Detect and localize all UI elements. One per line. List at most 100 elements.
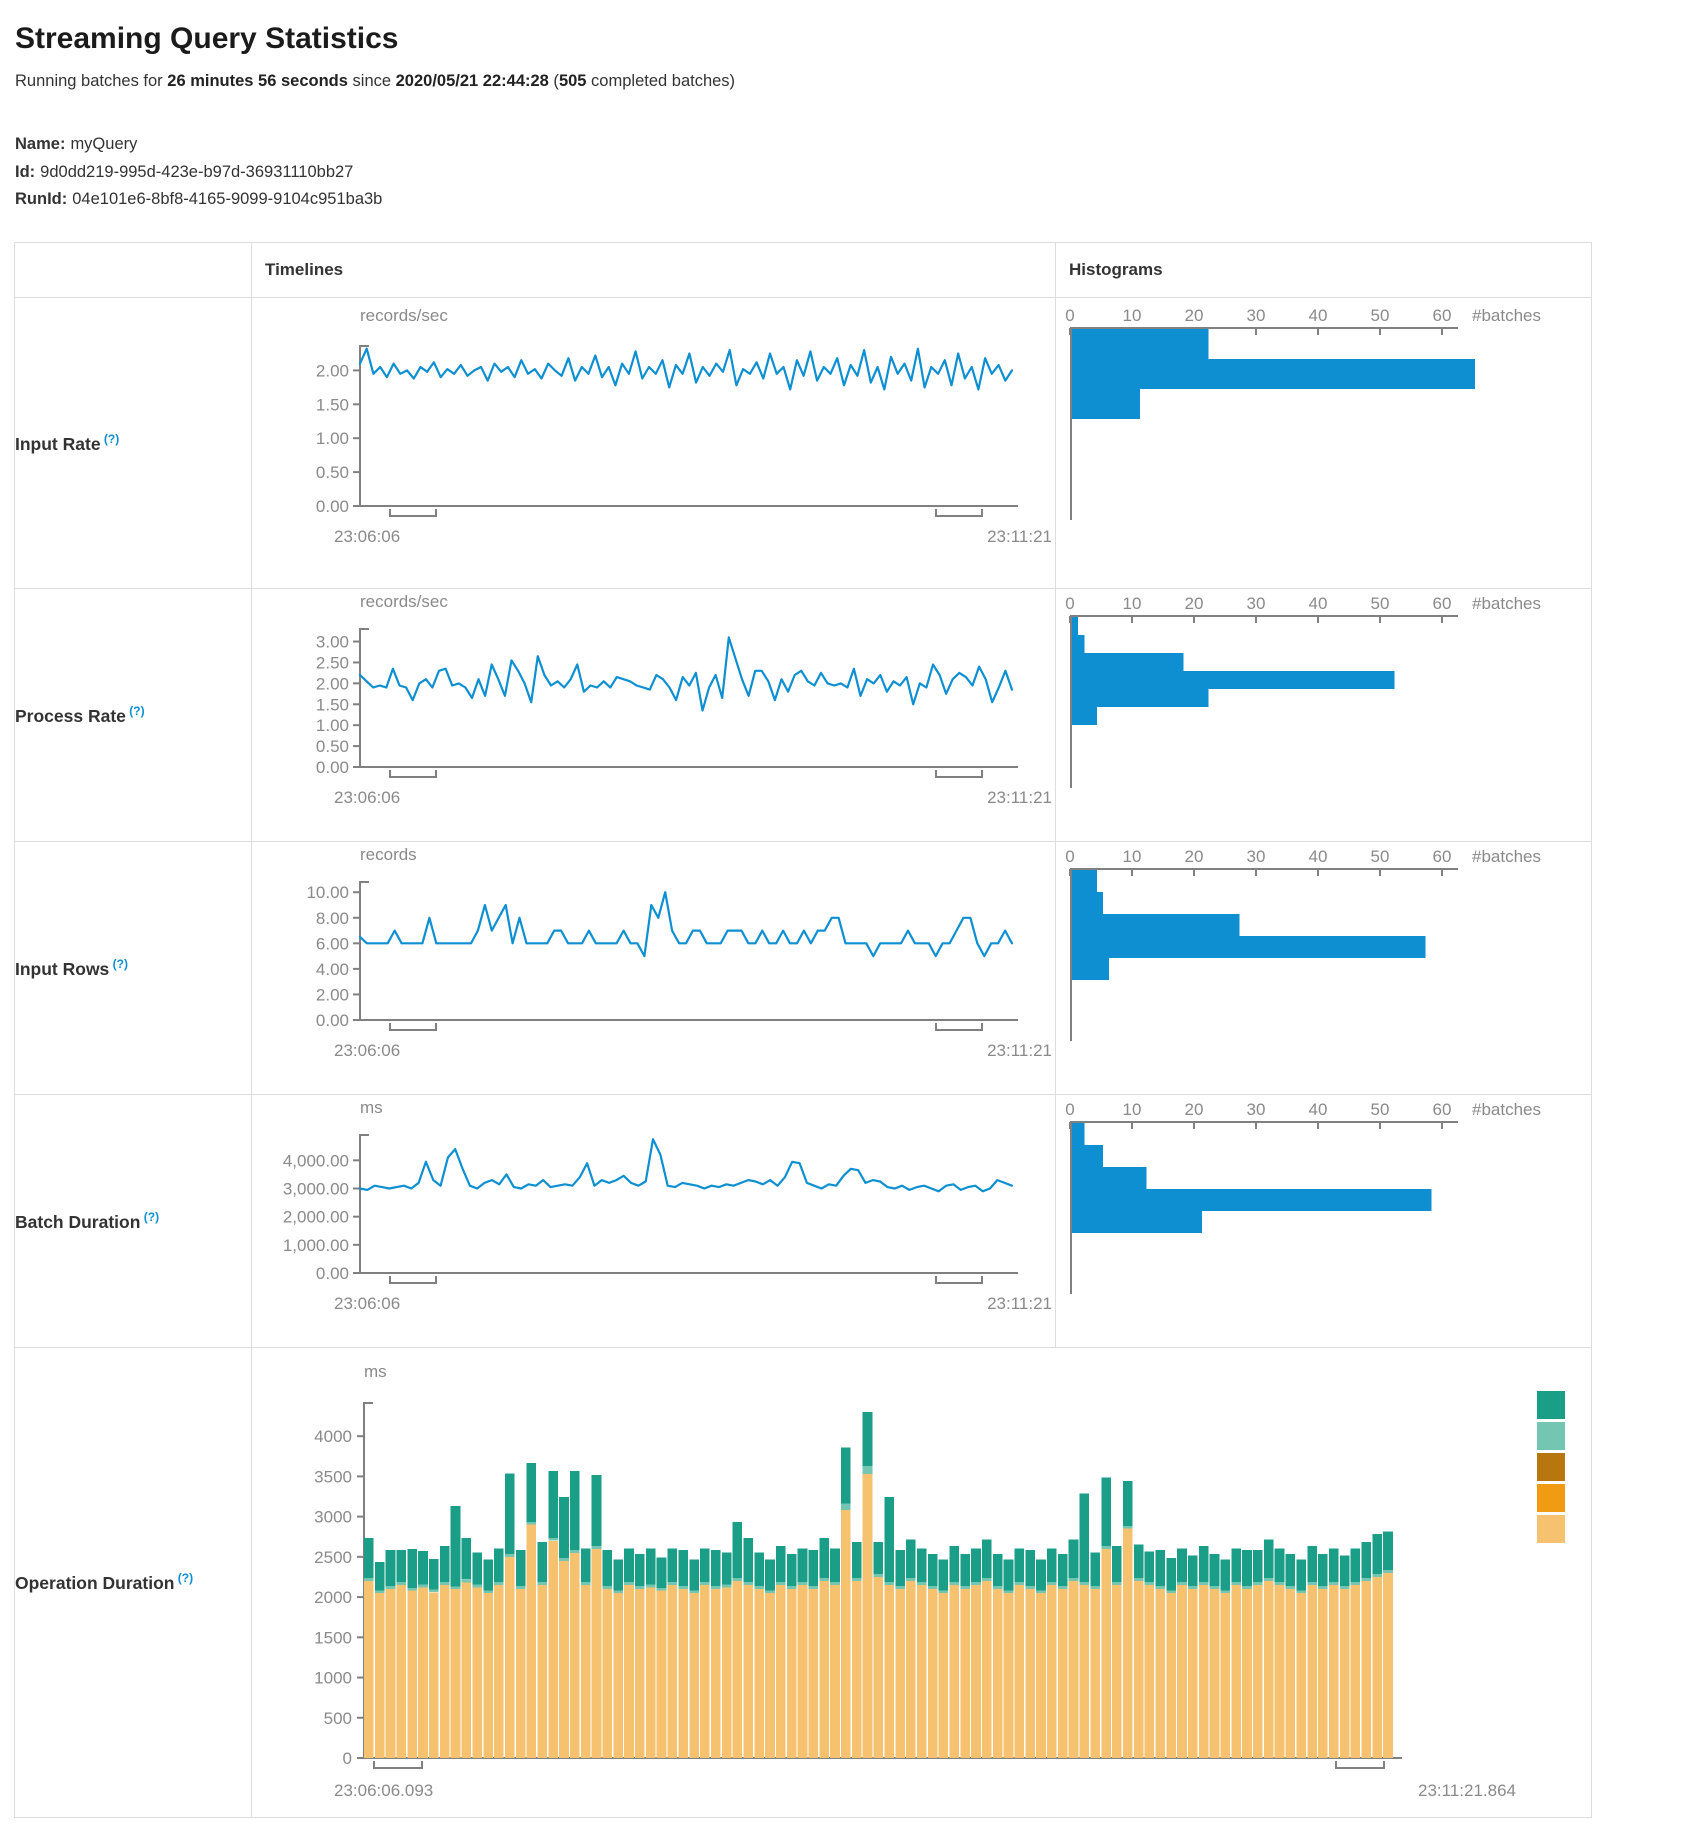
svg-text:23:06:06: 23:06:06 xyxy=(334,788,400,807)
operation-duration-bar-segment xyxy=(657,1590,667,1757)
operation-duration-bar-segment xyxy=(895,1586,905,1589)
svg-text:40: 40 xyxy=(1309,847,1328,866)
svg-text:1.50: 1.50 xyxy=(316,695,349,714)
operation-duration-bar-segment xyxy=(765,1559,775,1590)
svg-text:3500: 3500 xyxy=(314,1467,352,1486)
operation-duration-bar-segment xyxy=(505,1473,515,1554)
legend-swatch-operation-3 xyxy=(1537,1453,1565,1481)
operation-duration-bar-segment xyxy=(429,1559,439,1590)
svg-text:60: 60 xyxy=(1433,847,1452,866)
operation-duration-bar-segment xyxy=(592,1546,602,1549)
operation-duration-bar-segment xyxy=(906,1578,916,1581)
operation-duration-bar-segment xyxy=(570,1552,580,1757)
operation-duration-bar-segment xyxy=(678,1550,688,1586)
operation-duration-bar-segment xyxy=(733,1581,743,1758)
operation-duration-bar-segment xyxy=(993,1586,1003,1589)
help-icon[interactable]: (?) xyxy=(101,432,120,446)
operation-duration-bar-segment xyxy=(744,1582,754,1585)
svg-text:40: 40 xyxy=(1309,1100,1328,1119)
svg-text:2.00: 2.00 xyxy=(316,986,349,1005)
operation-duration-bar-segment xyxy=(1036,1593,1046,1758)
operation-duration-bar-segment xyxy=(928,1586,938,1589)
operation-duration-bar-segment xyxy=(852,1578,862,1581)
svg-text:2,000.00: 2,000.00 xyxy=(283,1208,349,1227)
operation-duration-bar-segment xyxy=(440,1582,450,1585)
help-icon[interactable]: (?) xyxy=(126,704,145,718)
operation-duration-bar-segment xyxy=(1101,1477,1111,1545)
svg-text:60: 60 xyxy=(1433,594,1452,613)
operation-duration-bar-segment xyxy=(1036,1590,1046,1593)
operation-duration-bar-segment xyxy=(581,1548,591,1582)
operation-duration-bar-segment xyxy=(841,1510,851,1758)
operation-duration-bar-segment xyxy=(744,1585,754,1758)
operation-duration-bar-segment xyxy=(1242,1550,1252,1586)
svg-text:#batches: #batches xyxy=(1472,847,1541,866)
operation-duration-bar-segment xyxy=(678,1586,688,1589)
operation-duration-bar-segment xyxy=(830,1548,840,1582)
svg-text:3,000.00: 3,000.00 xyxy=(283,1180,349,1199)
operation-duration-bar-segment xyxy=(787,1554,797,1586)
operation-duration-bar-segment xyxy=(1307,1585,1317,1758)
operation-duration-bar-segment xyxy=(733,1578,743,1581)
help-icon[interactable]: (?) xyxy=(109,957,128,971)
operation-duration-bar-segment xyxy=(548,1538,558,1541)
svg-text:30: 30 xyxy=(1247,1100,1266,1119)
operation-duration-bar-segment xyxy=(1025,1586,1035,1589)
operation-duration-bar-segment xyxy=(1015,1585,1025,1758)
svg-text:23:11:21: 23:11:21 xyxy=(987,1041,1052,1060)
operation-duration-bar-segment xyxy=(418,1584,428,1587)
svg-text:0.00: 0.00 xyxy=(316,1264,349,1283)
help-icon[interactable]: (?) xyxy=(140,1210,159,1224)
operation-duration-bar-segment xyxy=(1134,1581,1144,1758)
operation-duration-bar-segment xyxy=(548,1471,558,1538)
svg-text:1.00: 1.00 xyxy=(316,716,349,735)
operation-duration-bar-segment xyxy=(483,1590,493,1593)
operation-duration-bar-segment xyxy=(646,1584,656,1587)
operation-duration-bar-segment xyxy=(397,1582,407,1585)
operation-duration-bar-segment xyxy=(494,1582,504,1585)
svg-text:ms: ms xyxy=(364,1362,387,1381)
operation-duration-bar-segment xyxy=(950,1585,960,1758)
metric-label-input-rate: Input Rate (?) xyxy=(15,298,252,589)
operation-duration-bar-segment xyxy=(1253,1550,1263,1582)
operation-duration-bar-segment xyxy=(1004,1559,1014,1590)
svg-text:50: 50 xyxy=(1371,594,1390,613)
operation-duration-bar-segment xyxy=(559,1558,569,1561)
query-name-value: myQuery xyxy=(70,135,137,153)
operation-duration-bar-segment xyxy=(1145,1551,1155,1582)
help-icon[interactable]: (?) xyxy=(174,1571,193,1585)
operation-duration-bar-segment xyxy=(472,1587,482,1758)
operation-duration-bar-segment xyxy=(592,1548,602,1757)
operation-duration-bar-segment xyxy=(1090,1552,1100,1586)
operation-duration-bar-segment xyxy=(1188,1555,1198,1586)
operation-duration-bar-segment xyxy=(1058,1586,1068,1589)
svg-text:2500: 2500 xyxy=(314,1548,352,1567)
svg-text:10: 10 xyxy=(1123,594,1142,613)
operation-duration-bar-segment xyxy=(1340,1589,1350,1758)
svg-text:4000: 4000 xyxy=(314,1427,352,1446)
svg-text:0.00: 0.00 xyxy=(316,1011,349,1030)
operation-duration-bar-segment xyxy=(1242,1589,1252,1758)
operation-duration-bar-segment xyxy=(1112,1546,1122,1582)
svg-text:60: 60 xyxy=(1433,1100,1452,1119)
metric-label-batch-duration: Batch Duration (?) xyxy=(15,1095,252,1348)
operation-duration-bar-segment xyxy=(1296,1590,1306,1593)
operation-duration-bar-segment xyxy=(1101,1548,1111,1757)
operation-duration-bar-segment xyxy=(1329,1548,1339,1582)
operation-duration-bar-segment xyxy=(993,1589,1003,1758)
page-header: Streaming Query Statistics Running batch… xyxy=(0,0,1693,214)
svg-text:2.00: 2.00 xyxy=(316,361,349,380)
operation-duration-bar-segment xyxy=(863,1474,873,1758)
operation-duration-bar-segment xyxy=(386,1550,396,1586)
operation-duration-bar-segment xyxy=(1372,1534,1382,1574)
operation-duration-bar-segment xyxy=(657,1587,667,1590)
svg-text:4.00: 4.00 xyxy=(316,960,349,979)
operation-duration-bar-segment xyxy=(1036,1559,1046,1590)
operation-duration-bar-segment xyxy=(505,1554,515,1557)
operation-duration-bar-segment xyxy=(1286,1554,1296,1586)
svg-text:2.00: 2.00 xyxy=(316,675,349,694)
svg-text:6.00: 6.00 xyxy=(316,934,349,953)
operation-duration-bar-segment xyxy=(971,1585,981,1758)
stats-table-header-row: Timelines Histograms xyxy=(15,243,1592,298)
svg-text:40: 40 xyxy=(1309,594,1328,613)
